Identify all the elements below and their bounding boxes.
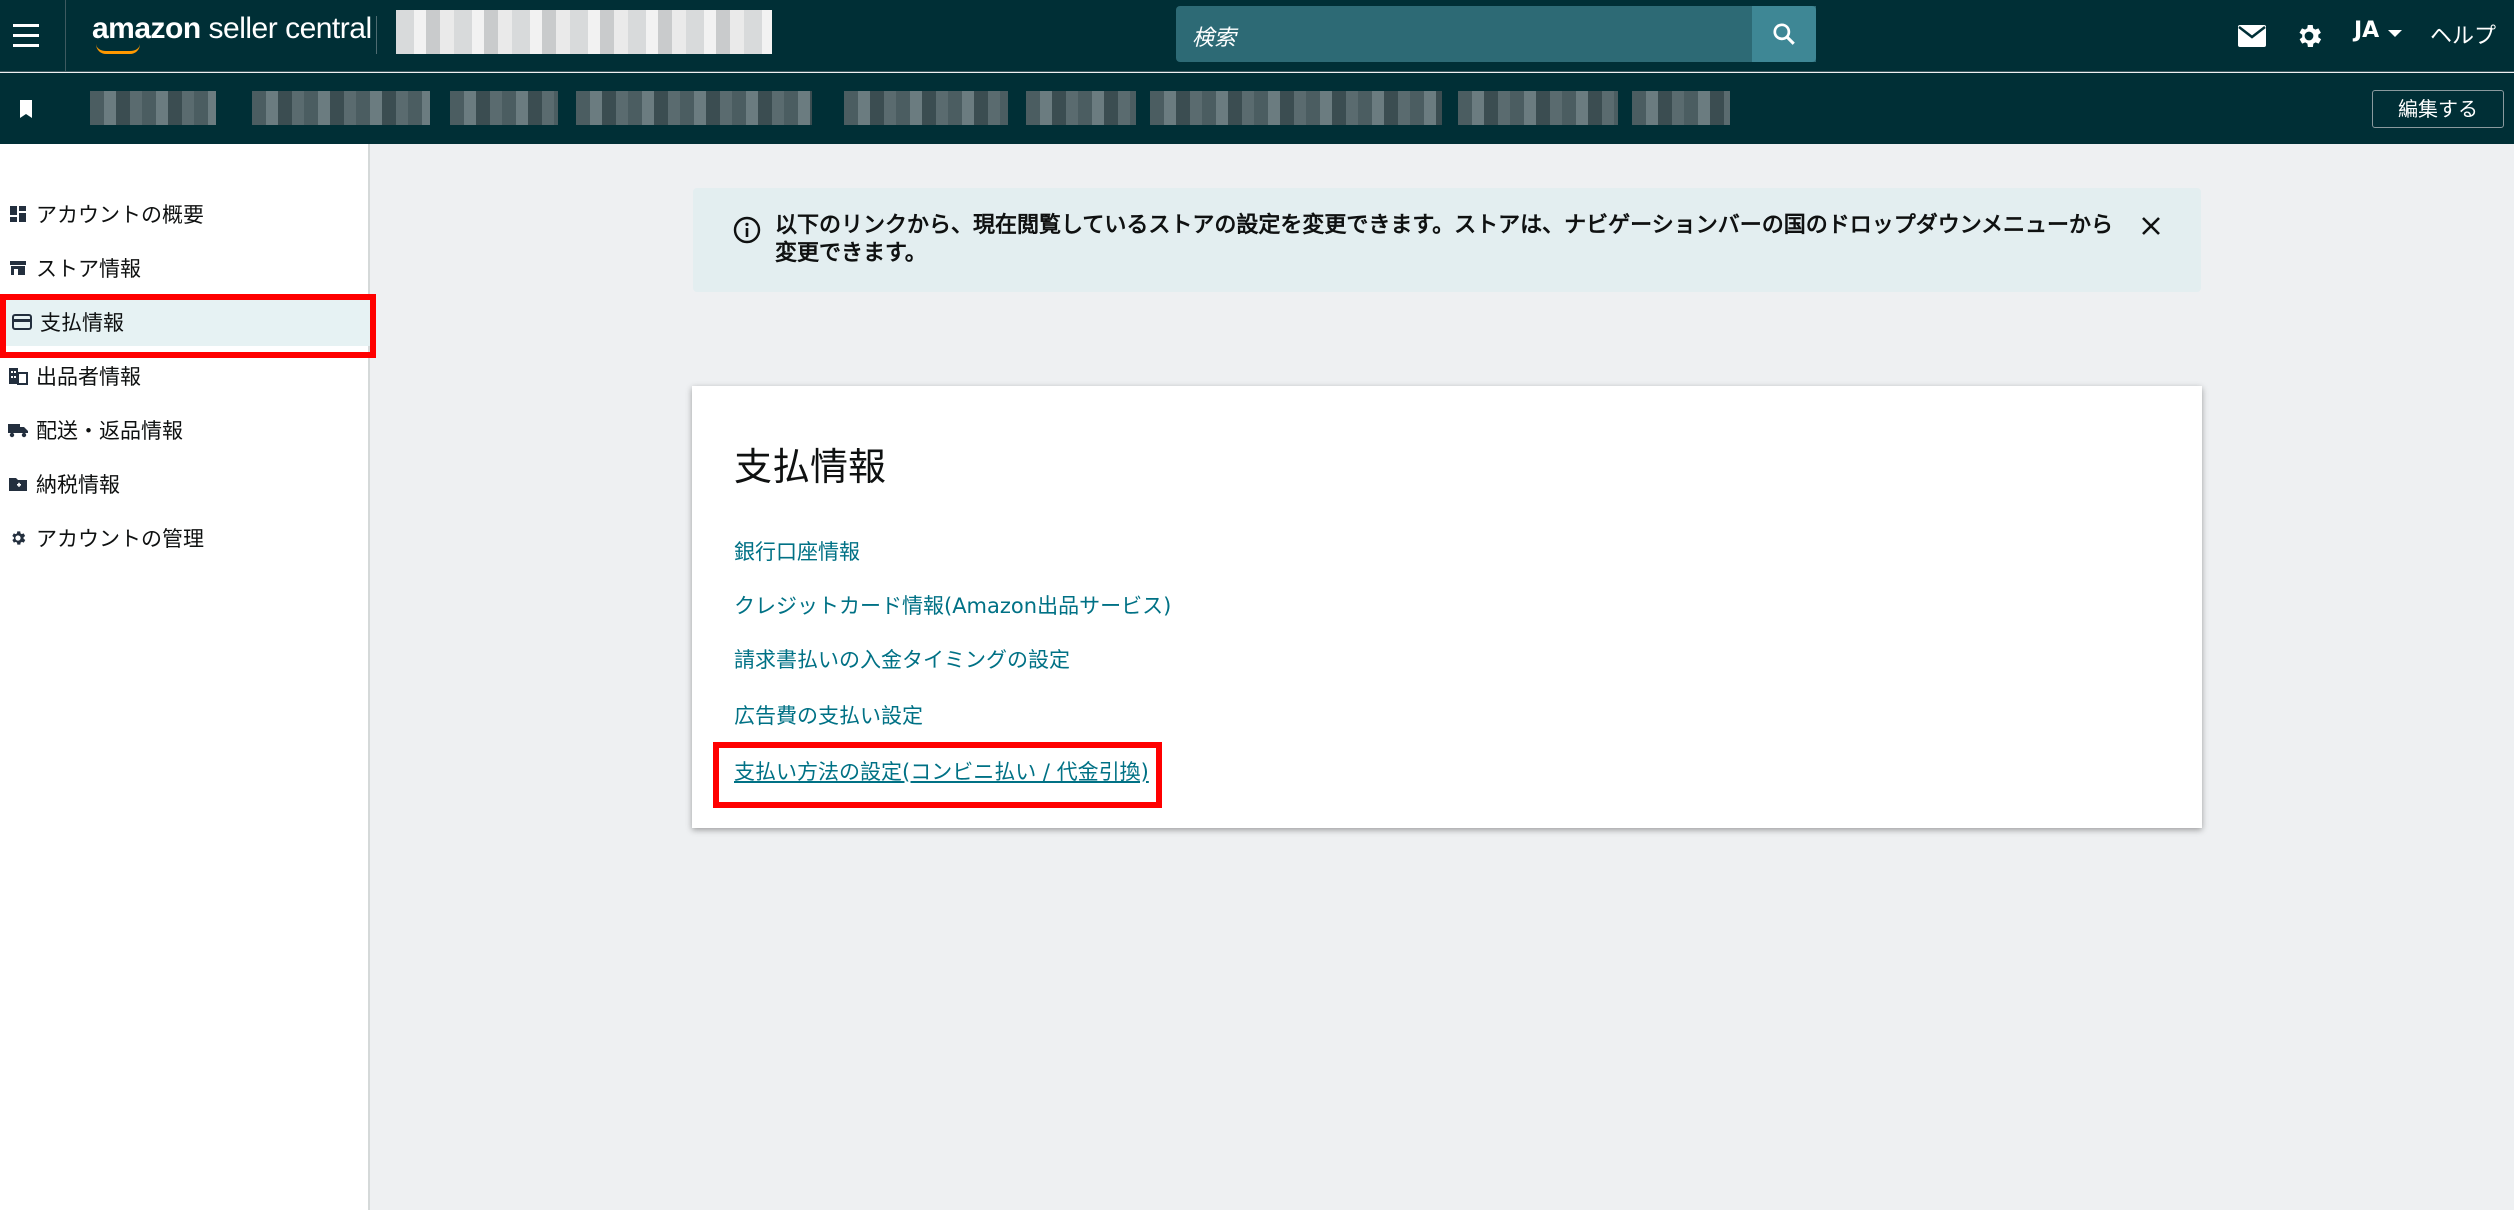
divider xyxy=(376,16,377,54)
truck-icon xyxy=(0,422,36,438)
banner-message: 以下のリンクから、現在閲覧しているストアの設定を変更できます。ストアは、ナビゲー… xyxy=(775,213,2114,266)
bookmark-bar xyxy=(0,73,2514,144)
sidebar-item-label: アカウントの管理 xyxy=(36,527,204,551)
logo-smile-icon xyxy=(96,44,140,54)
redacted-bookmark[interactable] xyxy=(90,91,216,125)
messages-button[interactable] xyxy=(2234,16,2270,56)
search-button[interactable] xyxy=(1752,6,1816,62)
redacted-bookmark[interactable] xyxy=(1150,91,1442,125)
sidebar-item-label: 納税情報 xyxy=(36,473,120,497)
logo-product: seller central xyxy=(200,12,373,45)
redacted-bookmark[interactable] xyxy=(844,91,1008,125)
gear-icon xyxy=(2299,25,2322,47)
credit-card-link[interactable]: クレジットカード情報(Amazon出品サービス) xyxy=(734,590,1171,620)
redacted-bookmark[interactable] xyxy=(1632,91,1730,125)
bookmark-icon[interactable] xyxy=(18,99,34,119)
sidebar-item-store-info[interactable]: ストア情報 xyxy=(0,244,370,292)
ad-payment-link[interactable]: 広告費の支払い設定 xyxy=(734,700,923,730)
page-title: 支払情報 xyxy=(734,445,887,489)
gear-icon xyxy=(0,529,36,547)
redacted-bookmark[interactable] xyxy=(1026,91,1136,125)
seller-central-logo[interactable]: amazon seller central xyxy=(92,12,372,46)
sidebar-item-shipping-returns[interactable]: 配送・返品情報 xyxy=(0,406,370,454)
info-banner: 以下のリンクから、現在閲覧しているストアの設定を変更できます。ストアは、ナビゲー… xyxy=(693,188,2201,292)
settings-button[interactable] xyxy=(2291,16,2327,56)
logo-brand: amazon xyxy=(92,12,201,45)
highlight-box xyxy=(713,742,1162,808)
sidebar-item-label: 配送・返品情報 xyxy=(36,419,183,443)
search-icon xyxy=(1773,23,1795,45)
business-icon xyxy=(0,367,36,385)
sidebar-item-label: ストア情報 xyxy=(36,257,141,281)
language-selector[interactable]: JA xyxy=(2354,18,2379,43)
sidebar-item-account-management[interactable]: アカウントの管理 xyxy=(0,514,370,562)
tax-folder-icon xyxy=(0,476,36,492)
sidebar-item-seller-info[interactable]: 出品者情報 xyxy=(0,352,370,400)
sidebar-item-label: 出品者情報 xyxy=(36,365,141,389)
help-link[interactable]: ヘルプ xyxy=(2430,18,2496,50)
search-input[interactable]: 検索 xyxy=(1176,6,1816,62)
info-icon xyxy=(733,216,761,244)
dashboard-icon xyxy=(0,205,36,223)
chevron-down-icon xyxy=(2388,30,2402,37)
sidebar-item-tax-info[interactable]: 納税情報 xyxy=(0,460,370,508)
sidebar-item-label: アカウントの概要 xyxy=(36,203,204,227)
redacted-bookmark[interactable] xyxy=(1458,91,1618,125)
highlight-box xyxy=(0,294,376,358)
top-navigation-bar: amazon seller central 検索 JA ヘルプ xyxy=(0,0,2514,72)
sidebar-item-account-overview[interactable]: アカウントの概要 xyxy=(0,190,370,238)
close-icon[interactable] xyxy=(2139,214,2163,238)
store-icon xyxy=(0,259,36,277)
menu-icon[interactable] xyxy=(0,0,66,72)
redacted-bookmark[interactable] xyxy=(576,91,812,125)
edit-bookmarks-button[interactable]: 編集する xyxy=(2372,90,2504,128)
mail-icon xyxy=(2238,25,2266,47)
search-placeholder: 検索 xyxy=(1192,26,1237,51)
invoice-timing-link[interactable]: 請求書払いの入金タイミングの設定 xyxy=(734,644,1070,674)
redacted-store-name xyxy=(396,10,772,54)
redacted-bookmark[interactable] xyxy=(252,91,430,125)
redacted-bookmark[interactable] xyxy=(450,91,558,125)
bank-account-link[interactable]: 銀行口座情報 xyxy=(734,536,860,566)
